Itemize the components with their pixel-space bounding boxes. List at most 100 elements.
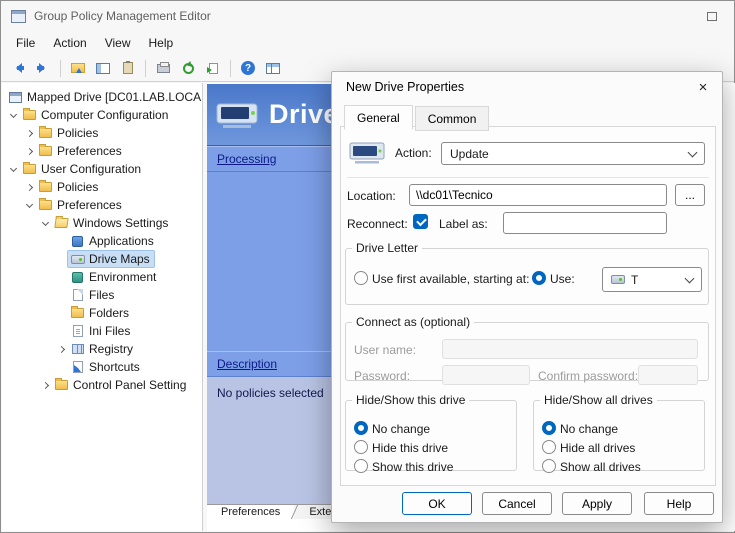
chevron-collapsed-icon[interactable] bbox=[54, 347, 68, 352]
environment-icon bbox=[70, 272, 85, 283]
chevron-expanded-icon[interactable] bbox=[6, 168, 20, 171]
tree-item-root[interactable]: Mapped Drive [DC01.LAB.LOCA bbox=[2, 88, 202, 106]
tree-item-ini-files[interactable]: Ini Files bbox=[2, 322, 202, 340]
tree-item-computer-policies[interactable]: Policies bbox=[2, 124, 202, 142]
help-button[interactable] bbox=[237, 57, 259, 79]
back-button[interactable] bbox=[7, 57, 29, 79]
tree-item-drive-maps[interactable]: Drive Maps bbox=[2, 250, 202, 268]
location-input[interactable] bbox=[409, 184, 667, 206]
chevron-expanded-icon[interactable] bbox=[38, 222, 52, 225]
help-button-dialog[interactable]: Help bbox=[644, 492, 714, 515]
folder-icon bbox=[22, 164, 37, 174]
tree-item-user-configuration[interactable]: User Configuration bbox=[2, 160, 202, 178]
tree-item-control-panel-settings[interactable]: Control Panel Setting bbox=[2, 376, 202, 394]
menu-action[interactable]: Action bbox=[44, 33, 95, 53]
folder-icon bbox=[38, 146, 53, 156]
chevron-collapsed-icon[interactable] bbox=[38, 383, 52, 388]
list-view-icon bbox=[266, 63, 280, 74]
menu-view[interactable]: View bbox=[96, 33, 140, 53]
folder-icon bbox=[70, 308, 85, 318]
this-no-change-radio[interactable] bbox=[354, 421, 368, 435]
refresh-icon bbox=[183, 63, 194, 74]
tree-item-label: Environment bbox=[89, 270, 156, 284]
tree-item-label: Files bbox=[89, 288, 114, 302]
dialog-title: New Drive Properties bbox=[332, 72, 722, 102]
folder-icon bbox=[22, 110, 37, 120]
action-dropdown[interactable]: Update bbox=[441, 142, 705, 165]
reconnect-label: Reconnect: bbox=[347, 217, 408, 231]
drive-action-icon bbox=[349, 139, 385, 166]
tab-common[interactable]: Common bbox=[415, 106, 490, 131]
tree-item-label: Mapped Drive [DC01.LAB.LOCA bbox=[27, 90, 201, 104]
tree-item-files[interactable]: Files bbox=[2, 286, 202, 304]
tree-item-label: Preferences bbox=[57, 144, 122, 158]
folder-icon bbox=[54, 380, 69, 390]
confirm-password-input bbox=[638, 365, 698, 385]
cancel-button[interactable]: Cancel bbox=[482, 492, 552, 515]
tree-item-environment[interactable]: Environment bbox=[2, 268, 202, 286]
up-one-level-button[interactable] bbox=[67, 57, 89, 79]
tree-item-shortcuts[interactable]: Shortcuts bbox=[2, 358, 202, 376]
dialog-close-button[interactable]: × bbox=[690, 76, 716, 98]
tree-item-folders[interactable]: Folders bbox=[2, 304, 202, 322]
files-icon bbox=[70, 289, 85, 301]
general-tab-page: Action: Update Location: ... Reconnect: … bbox=[340, 126, 716, 486]
use-radio[interactable] bbox=[532, 271, 546, 285]
export-list-icon bbox=[209, 63, 218, 74]
folder-icon bbox=[38, 200, 53, 210]
tree-item-computer-configuration[interactable]: Computer Configuration bbox=[2, 106, 202, 124]
maximize-button[interactable] bbox=[700, 6, 724, 26]
console-tree: Mapped Drive [DC01.LAB.LOCA Computer Con… bbox=[2, 83, 203, 531]
refresh-button[interactable] bbox=[177, 57, 199, 79]
apply-button[interactable]: Apply bbox=[562, 492, 632, 515]
open-folder-icon bbox=[54, 218, 69, 228]
drive-letter-dropdown[interactable]: T bbox=[602, 267, 702, 292]
up-one-level-icon bbox=[71, 63, 85, 73]
list-view-button[interactable] bbox=[262, 57, 284, 79]
folder-icon bbox=[38, 128, 53, 138]
processing-link[interactable]: Processing bbox=[217, 152, 276, 166]
hide-all-drives-radio[interactable] bbox=[542, 440, 556, 454]
tab-preferences[interactable]: Preferences bbox=[207, 505, 294, 520]
all-no-change-radio[interactable] bbox=[542, 421, 556, 435]
tree-item-registry[interactable]: Registry bbox=[2, 340, 202, 358]
menu-file[interactable]: File bbox=[7, 33, 44, 53]
password-input bbox=[442, 365, 530, 385]
title-bar: Group Policy Management Editor bbox=[1, 1, 734, 31]
print-button[interactable] bbox=[152, 57, 174, 79]
tree-item-user-preferences[interactable]: Preferences bbox=[2, 196, 202, 214]
menu-help[interactable]: Help bbox=[140, 33, 183, 53]
tree-item-user-policies[interactable]: Policies bbox=[2, 178, 202, 196]
ok-button[interactable]: OK bbox=[402, 492, 472, 515]
menu-bar: File Action View Help bbox=[1, 31, 734, 55]
applications-icon bbox=[70, 236, 85, 247]
use-first-available-radio[interactable] bbox=[354, 271, 368, 285]
chevron-collapsed-icon[interactable] bbox=[22, 149, 36, 154]
show-all-drives-radio[interactable] bbox=[542, 459, 556, 473]
chevron-collapsed-icon[interactable] bbox=[22, 185, 36, 190]
gpo-console-icon bbox=[8, 92, 23, 103]
chevron-expanded-icon[interactable] bbox=[22, 204, 36, 207]
tree-item-applications[interactable]: Applications bbox=[2, 232, 202, 250]
close-icon: × bbox=[699, 79, 708, 96]
confirm-password-label: Confirm password: bbox=[538, 369, 638, 383]
tree-item-computer-preferences[interactable]: Preferences bbox=[2, 142, 202, 160]
description-link[interactable]: Description bbox=[217, 357, 277, 371]
tree-item-windows-settings[interactable]: Windows Settings bbox=[2, 214, 202, 232]
password-label: Password: bbox=[354, 369, 410, 383]
browse-button[interactable]: ... bbox=[675, 184, 705, 206]
label-as-input[interactable] bbox=[503, 212, 667, 234]
export-list-button[interactable] bbox=[202, 57, 224, 79]
tree-item-label: Computer Configuration bbox=[41, 108, 168, 122]
hide-this-drive-radio[interactable] bbox=[354, 440, 368, 454]
tab-general[interactable]: General bbox=[344, 105, 413, 130]
drive-letter-value: T bbox=[631, 273, 638, 287]
show-this-drive-radio[interactable] bbox=[354, 459, 368, 473]
chevron-expanded-icon[interactable] bbox=[6, 114, 20, 117]
properties-button[interactable] bbox=[117, 57, 139, 79]
tree-item-label: Control Panel Setting bbox=[73, 378, 186, 392]
forward-button[interactable] bbox=[32, 57, 54, 79]
reconnect-checkbox[interactable] bbox=[413, 214, 428, 229]
show-console-tree-button[interactable] bbox=[92, 57, 114, 79]
chevron-collapsed-icon[interactable] bbox=[22, 131, 36, 136]
